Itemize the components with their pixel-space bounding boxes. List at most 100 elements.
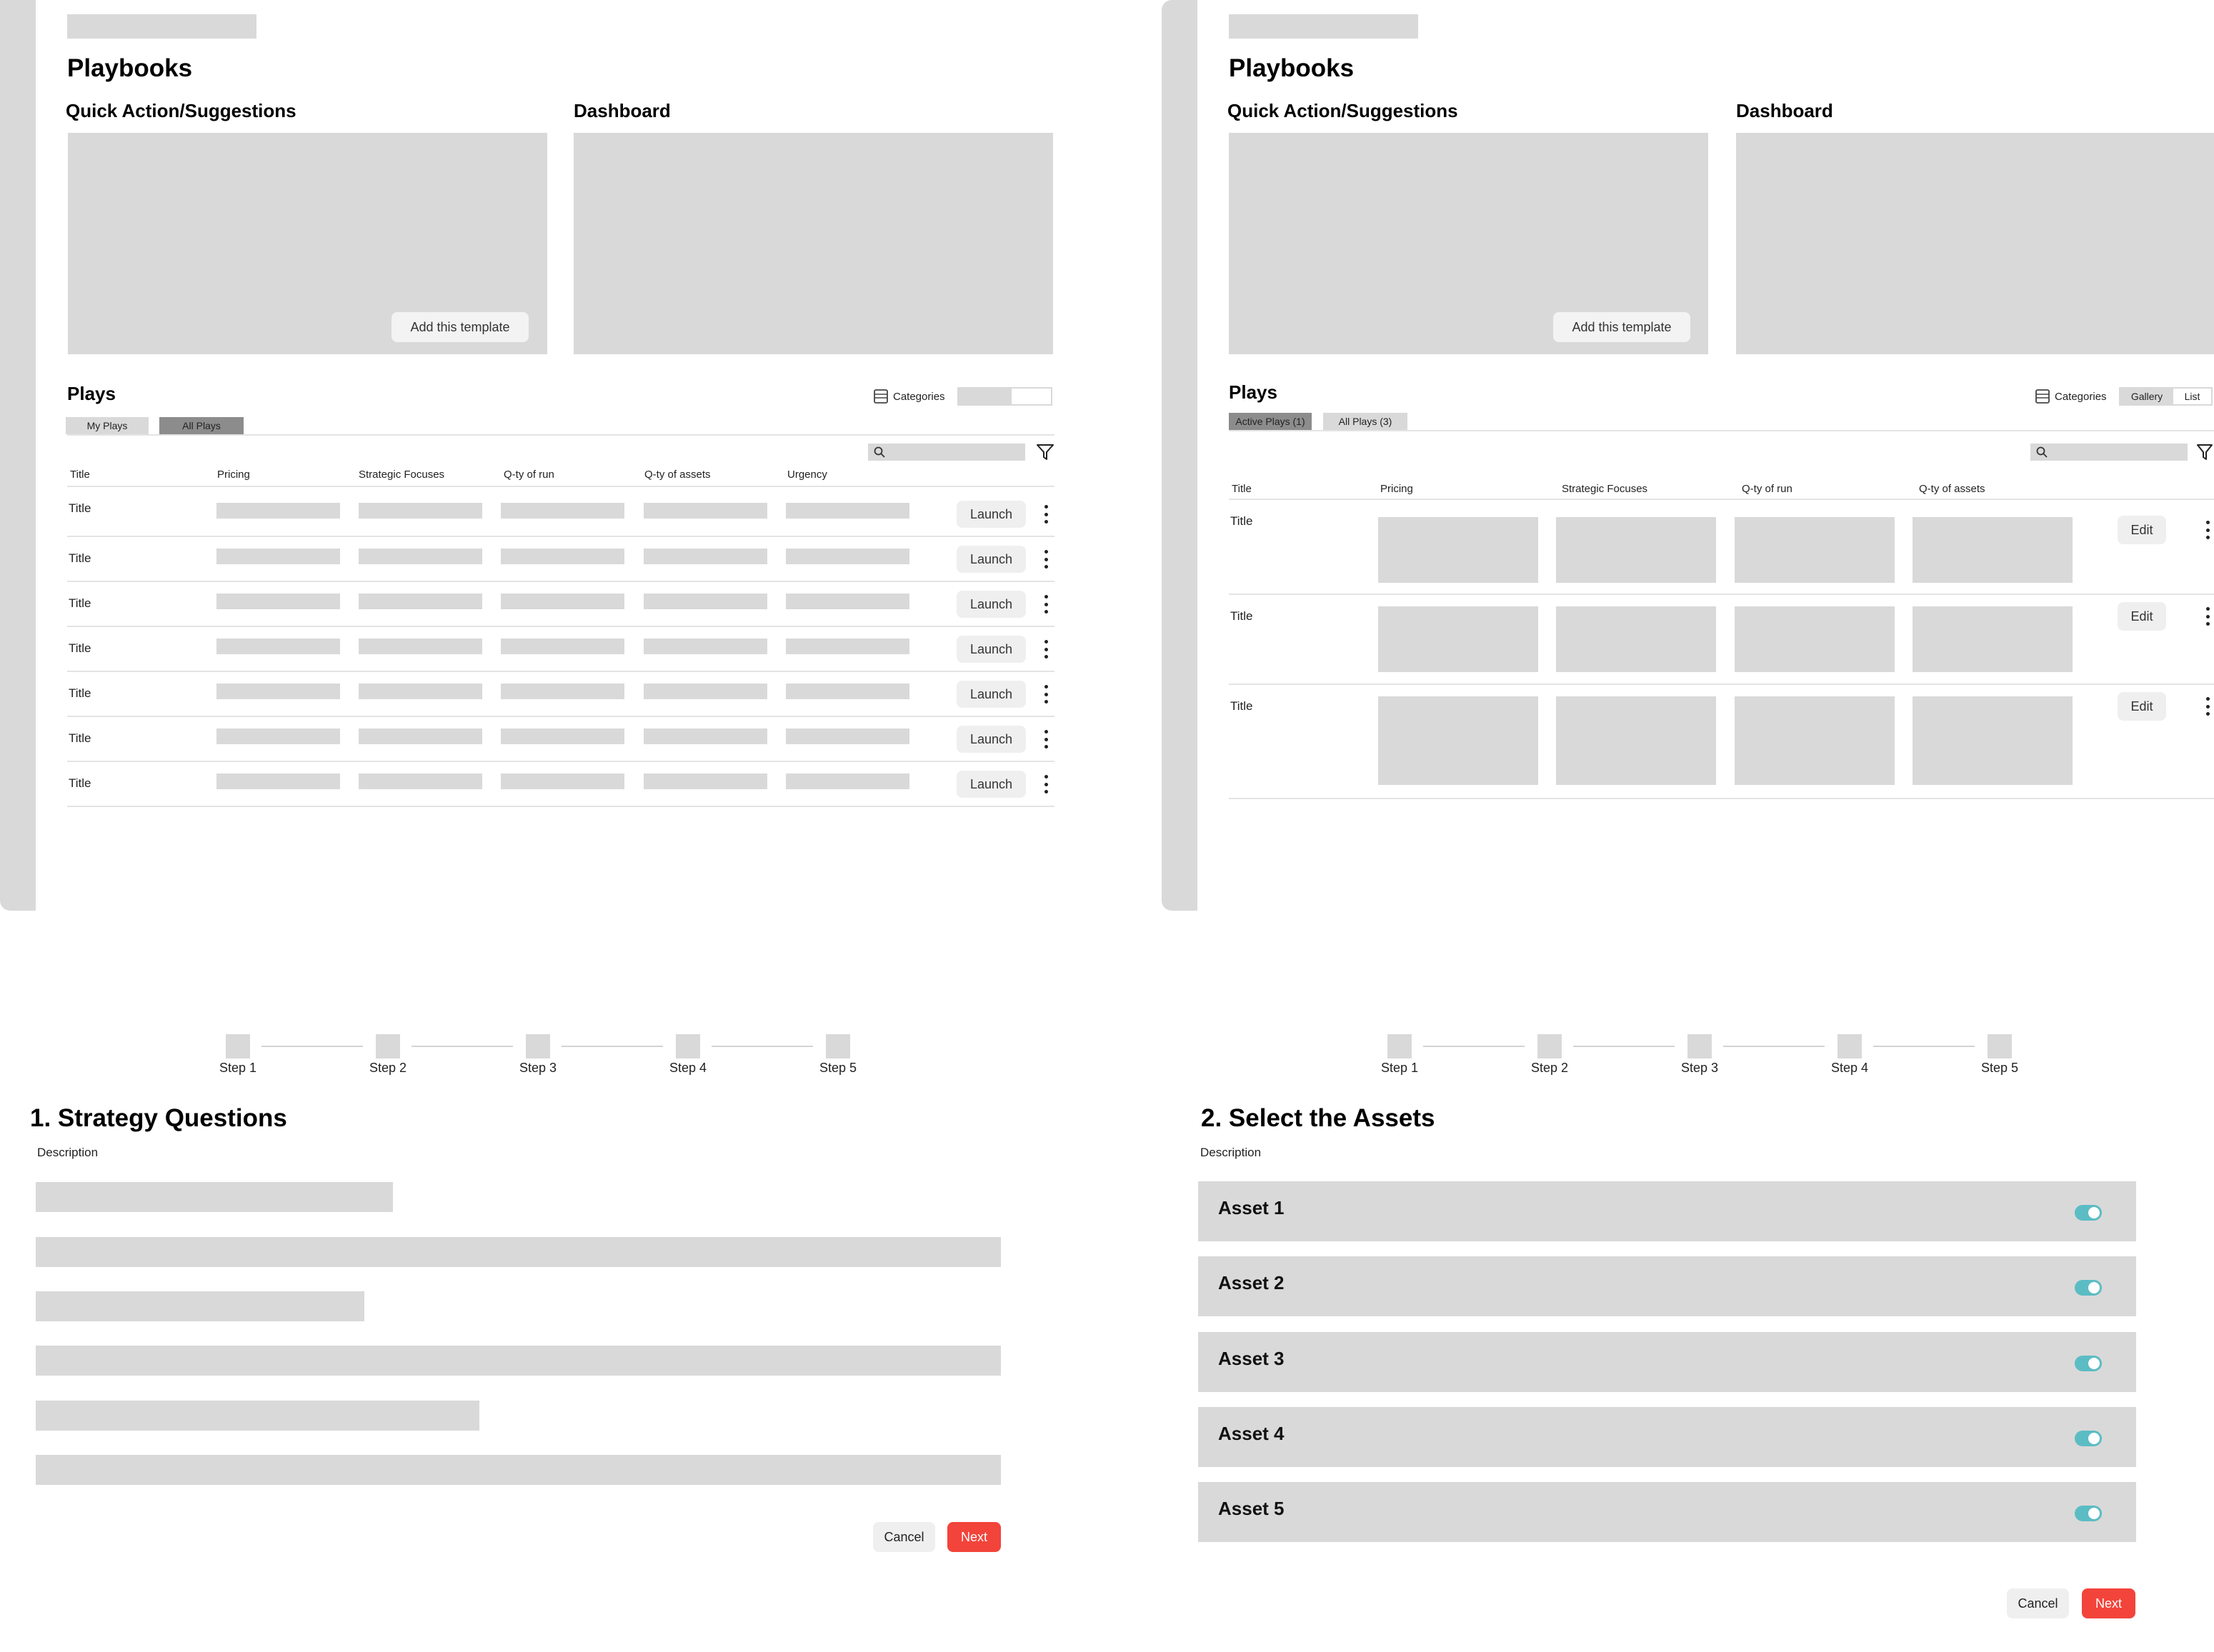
asset-toggle[interactable] xyxy=(2075,1280,2102,1296)
table-row: Title Edit xyxy=(1229,500,2214,595)
cell-placeholder xyxy=(359,639,482,654)
cell-placeholder xyxy=(216,549,340,564)
asset-name: Asset 3 xyxy=(1218,1348,1285,1369)
page-title: Playbooks xyxy=(1229,54,1355,82)
step-title: 1. Strategy Questions xyxy=(30,1104,287,1132)
edit-button[interactable]: Edit xyxy=(2118,692,2166,721)
launch-button[interactable]: Launch xyxy=(957,726,1026,753)
asset-toggle[interactable] xyxy=(2075,1431,2102,1446)
cancel-button[interactable]: Cancel xyxy=(2007,1588,2069,1618)
row-divider xyxy=(67,806,1054,807)
launch-button[interactable]: Launch xyxy=(957,681,1026,708)
cell-placeholder xyxy=(1735,606,1895,672)
search-input[interactable] xyxy=(868,444,1025,461)
tab-my-plays[interactable]: My Plays xyxy=(66,417,149,434)
step-indicator[interactable] xyxy=(1537,1034,1562,1058)
tab-active-plays[interactable]: Active Plays (1) xyxy=(1229,413,1312,430)
add-template-button[interactable]: Add this template xyxy=(1553,312,1690,342)
question-placeholder-3 xyxy=(36,1401,479,1431)
dashboard-card xyxy=(1736,133,2214,354)
toggle-gallery[interactable]: Gallery xyxy=(2120,389,2173,404)
step-indicator[interactable] xyxy=(826,1034,850,1058)
step-indicator[interactable] xyxy=(1837,1034,1862,1058)
breadcrumb-placeholder xyxy=(67,14,256,39)
cell-placeholder xyxy=(359,549,482,564)
row-title: Title xyxy=(1230,609,1253,623)
kebab-menu-icon[interactable] xyxy=(1043,775,1049,794)
col-qty-run: Q-ty of run xyxy=(1742,483,1792,495)
categories-icon[interactable] xyxy=(2035,389,2050,404)
asset-toggle[interactable] xyxy=(2075,1356,2102,1371)
kebab-menu-icon[interactable] xyxy=(1043,505,1049,524)
tab-all-plays[interactable]: All Plays xyxy=(159,417,244,434)
step-connector xyxy=(1573,1046,1675,1047)
search-input[interactable] xyxy=(2030,444,2188,461)
view-toggle[interactable]: Gallery List xyxy=(2119,387,2213,406)
categories-label[interactable]: Categories xyxy=(2055,391,2107,403)
table-row: Title Launch xyxy=(67,582,1054,627)
tabs-divider xyxy=(67,434,1054,436)
quick-action-title: Quick Action/Suggestions xyxy=(66,100,296,121)
kebab-menu-icon[interactable] xyxy=(1043,730,1049,749)
step-indicator[interactable] xyxy=(376,1034,400,1058)
sidebar xyxy=(1162,0,1197,911)
kebab-menu-icon[interactable] xyxy=(1043,685,1049,704)
step-connector xyxy=(412,1046,513,1047)
asset-name: Asset 2 xyxy=(1218,1272,1285,1293)
kebab-menu-icon[interactable] xyxy=(1043,640,1049,659)
cell-placeholder xyxy=(644,729,767,744)
step-indicator[interactable] xyxy=(1687,1034,1712,1058)
launch-button[interactable]: Launch xyxy=(957,501,1026,528)
search-icon xyxy=(874,446,885,458)
cancel-button[interactable]: Cancel xyxy=(873,1522,935,1552)
col-qty-assets: Q-ty of assets xyxy=(1919,483,1985,495)
filter-icon[interactable] xyxy=(1036,443,1054,461)
cell-placeholder xyxy=(359,503,482,519)
cell-placeholder xyxy=(501,729,624,744)
kebab-menu-icon[interactable] xyxy=(2205,521,2210,539)
edit-button[interactable]: Edit xyxy=(2118,602,2166,631)
tab-all-plays[interactable]: All Plays (3) xyxy=(1323,413,1407,430)
cell-placeholder xyxy=(1913,517,2073,583)
table-row: Title Launch xyxy=(67,627,1054,672)
step-indicator[interactable] xyxy=(676,1034,700,1058)
filter-icon[interactable] xyxy=(2196,443,2213,461)
asset-toggle[interactable] xyxy=(2075,1506,2102,1521)
step-indicator[interactable] xyxy=(1387,1034,1412,1058)
kebab-menu-icon[interactable] xyxy=(1043,595,1049,614)
step-indicator[interactable] xyxy=(226,1034,250,1058)
col-strategic-focuses: Strategic Focuses xyxy=(359,469,445,481)
launch-button[interactable]: Launch xyxy=(957,771,1026,798)
kebab-menu-icon[interactable] xyxy=(2205,697,2210,716)
asset-toggle[interactable] xyxy=(2075,1205,2102,1221)
asset-card[interactable]: Asset 1 xyxy=(1198,1181,2136,1241)
kebab-menu-icon[interactable] xyxy=(2205,607,2210,626)
step-indicator[interactable] xyxy=(1988,1034,2012,1058)
cell-placeholder xyxy=(501,594,624,609)
cell-placeholder xyxy=(359,774,482,789)
plays-title: Plays xyxy=(1229,381,1277,403)
kebab-menu-icon[interactable] xyxy=(1043,550,1049,569)
cell-placeholder xyxy=(1378,606,1538,672)
table-row: Title Launch xyxy=(67,487,1054,537)
asset-card[interactable]: Asset 5 xyxy=(1198,1482,2136,1542)
asset-name: Asset 1 xyxy=(1218,1197,1285,1218)
asset-card[interactable]: Asset 3 xyxy=(1198,1332,2136,1392)
categories-label[interactable]: Categories xyxy=(893,391,945,403)
add-template-button[interactable]: Add this template xyxy=(392,312,529,342)
launch-button[interactable]: Launch xyxy=(957,591,1026,618)
categories-icon[interactable] xyxy=(873,389,889,404)
edit-button[interactable]: Edit xyxy=(2118,516,2166,544)
toggle-list[interactable]: List xyxy=(2173,389,2211,404)
asset-card[interactable]: Asset 2 xyxy=(1198,1256,2136,1316)
row-title: Title xyxy=(69,731,91,745)
launch-button[interactable]: Launch xyxy=(957,546,1026,573)
step-indicator[interactable] xyxy=(526,1034,550,1058)
next-button[interactable]: Next xyxy=(947,1522,1001,1552)
cell-placeholder xyxy=(1378,696,1538,785)
next-button[interactable]: Next xyxy=(2082,1588,2135,1618)
asset-card[interactable]: Asset 4 xyxy=(1198,1407,2136,1467)
launch-button[interactable]: Launch xyxy=(957,636,1026,663)
step-label: Step 3 xyxy=(1680,1061,1719,1075)
view-toggle[interactable] xyxy=(957,387,1052,406)
